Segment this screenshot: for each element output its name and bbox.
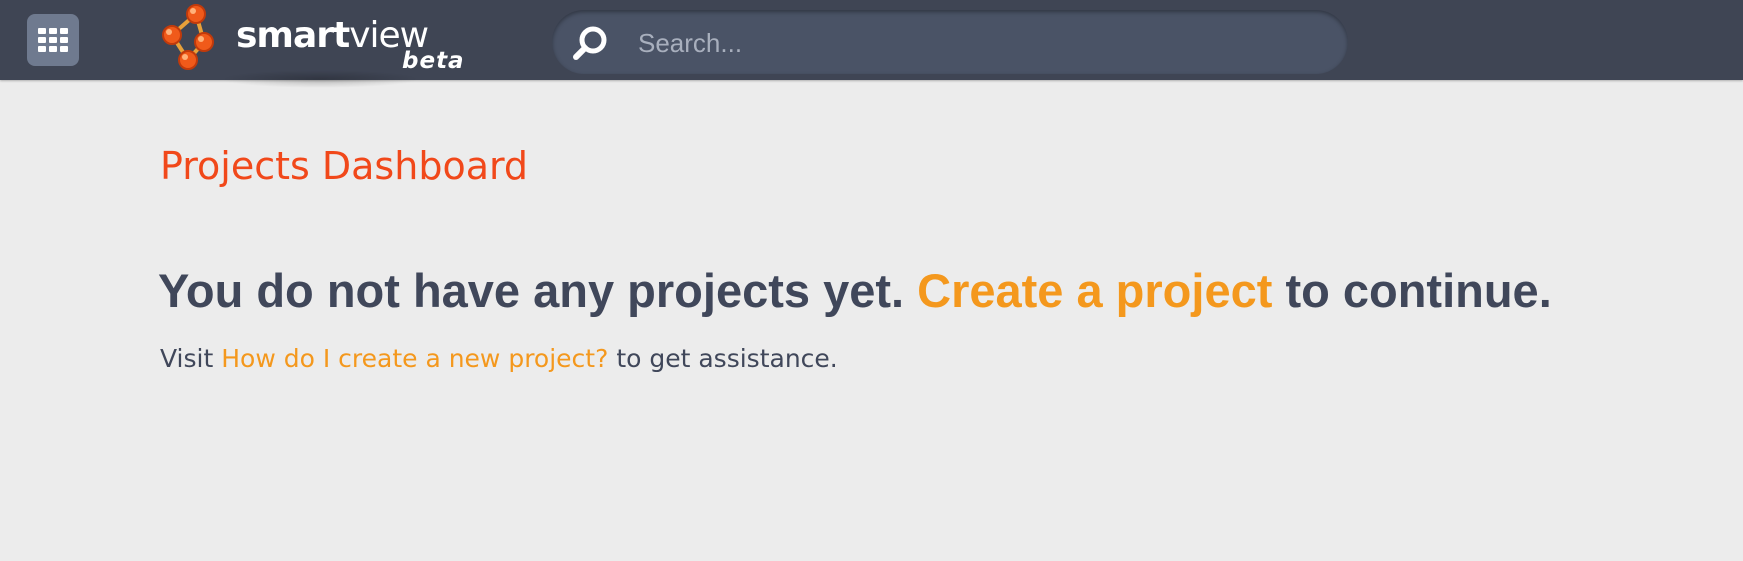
search-bar[interactable] — [552, 10, 1348, 74]
search-input[interactable] — [636, 22, 1330, 64]
empty-state-message: You do not have any projects yet. Create… — [158, 263, 1552, 318]
brand-name-bold: smart — [236, 15, 350, 56]
help-article-link[interactable]: How do I create a new project? — [221, 344, 608, 373]
molecule-logo-icon — [162, 4, 214, 70]
beta-tag: beta — [402, 48, 465, 74]
help-text-before: Visit — [160, 344, 222, 373]
empty-state-text-after: to continue. — [1272, 264, 1552, 317]
logo-shadow — [220, 70, 420, 88]
empty-state-text-before: You do not have any projects yet. — [158, 264, 918, 317]
page-title: Projects Dashboard — [160, 144, 529, 188]
top-navigation-bar: smartview beta — [0, 0, 1743, 88]
smartview-logo[interactable]: smartview beta — [158, 2, 478, 78]
grid-icon — [38, 28, 68, 52]
help-text: Visit How do I create a new project? to … — [160, 344, 838, 373]
create-project-link[interactable]: Create a project — [917, 264, 1272, 317]
help-text-after: to get assistance. — [608, 344, 838, 373]
brand-name: smartview — [236, 15, 429, 56]
search-icon[interactable] — [570, 24, 610, 64]
apps-menu-button[interactable] — [27, 14, 79, 66]
